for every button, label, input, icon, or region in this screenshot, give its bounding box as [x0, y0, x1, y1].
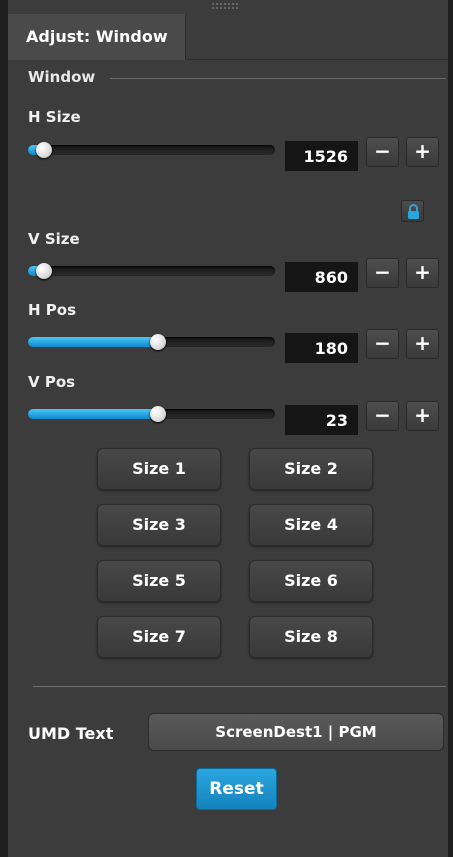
size-1-button[interactable]: Size 1	[97, 448, 221, 490]
v-pos-value[interactable]: 23	[285, 405, 358, 435]
h-pos-slider[interactable]	[28, 334, 275, 350]
umd-text-label: UMD Text	[28, 724, 114, 743]
umd-text-field[interactable]: ScreenDest1 | PGM	[148, 713, 444, 751]
aspect-lock-button[interactable]	[401, 200, 424, 222]
v-size-label: V Size	[28, 230, 80, 248]
resize-grip[interactable]	[212, 3, 238, 9]
section-title-window: Window	[28, 68, 96, 86]
h-size-slider-thumb[interactable]	[36, 142, 52, 158]
h-pos-value[interactable]: 180	[285, 333, 358, 363]
size-7-button[interactable]: Size 7	[97, 616, 221, 658]
size-5-button[interactable]: Size 5	[97, 560, 221, 602]
h-pos-slider-thumb[interactable]	[150, 334, 166, 350]
h-size-value[interactable]: 1526	[285, 141, 358, 171]
size-3-button[interactable]: Size 3	[97, 504, 221, 546]
size-2-button[interactable]: Size 2	[249, 448, 373, 490]
size-6-button[interactable]: Size 6	[249, 560, 373, 602]
lock-icon	[408, 204, 419, 219]
h-size-slider[interactable]	[28, 142, 275, 158]
v-size-slider-thumb[interactable]	[36, 263, 52, 279]
tab-adjust-window[interactable]: Adjust: Window	[8, 14, 186, 60]
window-frame-right	[448, 0, 453, 857]
v-size-value[interactable]: 860	[285, 262, 358, 292]
h-pos-increment-button[interactable]: +	[406, 329, 439, 359]
size-4-button[interactable]: Size 4	[249, 504, 373, 546]
v-size-decrement-button[interactable]: −	[366, 258, 399, 288]
h-pos-label: H Pos	[28, 301, 77, 319]
h-size-increment-button[interactable]: +	[406, 137, 439, 167]
size-8-button[interactable]: Size 8	[249, 616, 373, 658]
v-pos-increment-button[interactable]: +	[406, 401, 439, 431]
h-pos-slider-fill	[28, 337, 162, 347]
v-pos-slider-fill	[28, 409, 162, 419]
v-pos-decrement-button[interactable]: −	[366, 401, 399, 431]
section-rule	[110, 78, 446, 79]
h-size-decrement-button[interactable]: −	[366, 137, 399, 167]
h-pos-decrement-button[interactable]: −	[366, 329, 399, 359]
v-pos-slider-thumb[interactable]	[150, 406, 166, 422]
reset-button[interactable]: Reset	[196, 768, 277, 810]
v-size-slider[interactable]	[28, 263, 275, 279]
divider	[33, 686, 446, 687]
v-pos-label: V Pos	[28, 373, 76, 391]
window-frame-left	[0, 0, 8, 857]
v-size-increment-button[interactable]: +	[406, 258, 439, 288]
tab-strip-border	[186, 59, 448, 60]
v-pos-slider[interactable]	[28, 406, 275, 422]
h-size-label: H Size	[28, 108, 81, 126]
